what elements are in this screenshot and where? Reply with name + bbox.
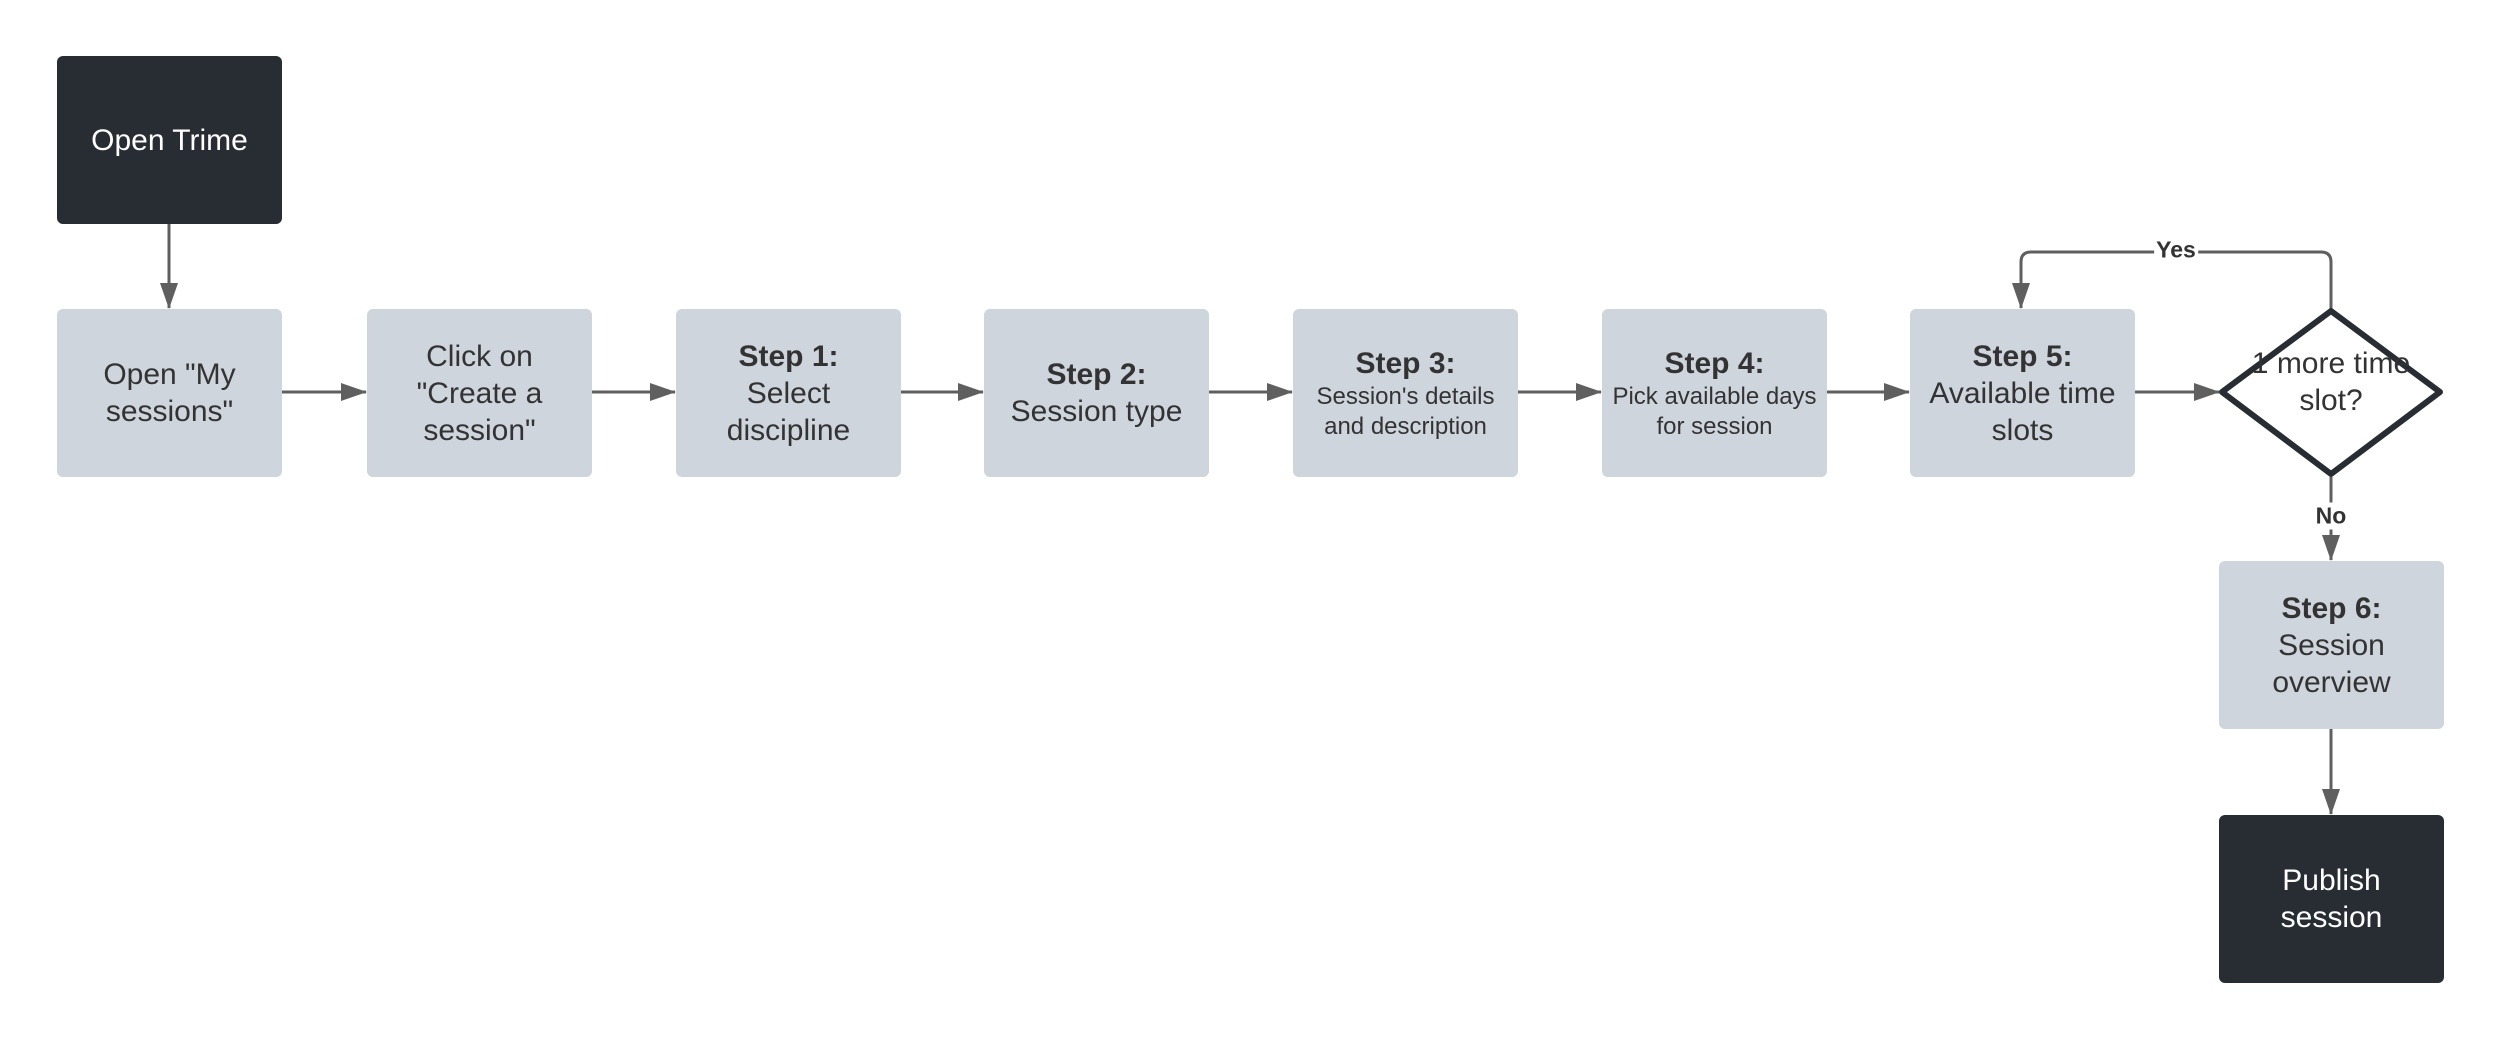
step2-text: Session type <box>1010 395 1183 428</box>
decision-text: 1 more time slot? <box>2251 347 2411 417</box>
publish-node: Publish session <box>2219 815 2444 983</box>
step4-text: Pick available days for session <box>1612 382 1817 440</box>
step3-title: Step 3: <box>1355 346 1456 380</box>
start-text: Open Trime <box>91 123 248 157</box>
step5-text: Available time slots <box>1929 376 2116 447</box>
my-sessions-text: Open "My sessions" <box>103 358 236 428</box>
step6-node: Step 6: Session overview <box>2219 561 2444 729</box>
create-session-text: Click on "Create a session" <box>416 339 543 447</box>
step2-title: Step 2: <box>1046 358 1147 391</box>
start-node: Open Trime <box>57 56 282 224</box>
step6-text: Session overview <box>2272 628 2391 699</box>
step4-node: Step 4: Pick available days for session <box>1602 309 1827 477</box>
publish-text: Publish session <box>2280 864 2383 934</box>
step1-title: Step 1: <box>738 339 839 373</box>
step4-title: Step 4: <box>1664 346 1765 380</box>
create-session-node: Click on "Create a session" <box>367 309 592 477</box>
step1-node: Step 1: Select discipline <box>676 309 901 477</box>
step5-node: Step 5: Available time slots <box>1910 309 2135 477</box>
step1-text: Select discipline <box>726 376 851 447</box>
step6-title: Step 6: <box>2281 591 2382 625</box>
step5-title: Step 5: <box>1972 339 2073 373</box>
step3-text: Session's details and description <box>1316 382 1495 440</box>
yes-label: Yes <box>2154 236 2198 264</box>
step2-node: Step 2: Session type <box>984 309 1209 477</box>
no-label: No <box>2313 502 2349 530</box>
my-sessions-node: Open "My sessions" <box>57 309 282 477</box>
connectors <box>160 223 2443 815</box>
step3-node: Step 3: Session's details and descriptio… <box>1293 309 1518 477</box>
